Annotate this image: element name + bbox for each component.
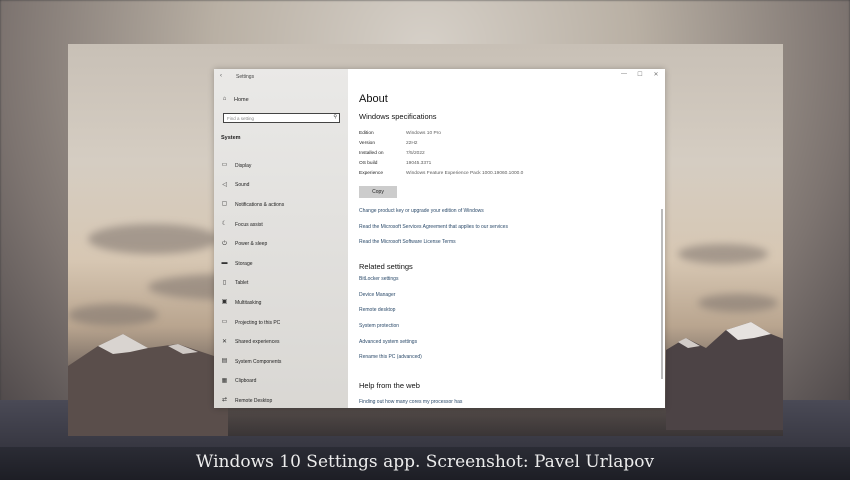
mountains-right (666, 322, 783, 430)
spec-row: Experience Windows Feature Experience Pac… (359, 171, 523, 181)
sidebar-item-label: Sound (235, 182, 250, 189)
sidebar-item-clipboard[interactable]: ▦ Clipboard (221, 372, 284, 392)
advanced-system-settings-link[interactable]: Advanced system settings (359, 339, 417, 345)
tablet-icon: ▯ (222, 279, 227, 286)
sidebar-item-focus-assist[interactable]: ☾ Focus assist (221, 215, 284, 235)
device-manager-link[interactable]: Device Manager (359, 292, 395, 298)
cores-help-link[interactable]: Finding out how many cores my processor … (359, 399, 462, 405)
sidebar-section-title: System (221, 135, 241, 141)
spec-key: OS build (359, 161, 378, 166)
spec-value: 7/5/2022 (406, 151, 425, 156)
power-icon: ⏻ (222, 240, 227, 247)
sidebar-item-storage[interactable]: ▬ Storage (221, 254, 284, 274)
page-title: About (359, 93, 388, 105)
home-icon: ⌂ (222, 96, 227, 102)
help-from-web-heading: Help from the web (359, 381, 420, 390)
mountains-left (68, 334, 228, 436)
sidebar-item-label: Remote Desktop (235, 397, 273, 404)
spec-value: 22H2 (406, 141, 418, 146)
spec-key: Version (359, 141, 375, 146)
specs-table: Edition Windows 10 Pro Version 22H2 Instal… (359, 131, 523, 181)
scrollbar[interactable] (661, 209, 663, 379)
sidebar-item-label: Storage (235, 260, 253, 267)
remote-desktop-link[interactable]: Remote desktop (359, 307, 395, 313)
windows-specifications-heading: Windows specifications (359, 112, 437, 121)
clipboard-icon: ▦ (221, 377, 228, 384)
rename-pc-link[interactable]: Rename this PC (advanced) (359, 354, 422, 360)
cloud (678, 244, 768, 264)
spec-row: Edition Windows 10 Pro (359, 131, 523, 141)
multitasking-icon: ▣ (221, 299, 228, 306)
cloud (88, 224, 218, 254)
sidebar-item-multitasking[interactable]: ▣ Multitasking (221, 293, 284, 313)
spec-row: OS build 19045.3371 (359, 161, 523, 171)
bitlocker-settings-link[interactable]: BitLocker settings (359, 276, 398, 282)
sidebar-item-sound[interactable]: ◁ Sound (221, 176, 284, 196)
sidebar-item-shared-experiences[interactable]: ✕ Shared experiences (221, 332, 284, 352)
change-product-key-link[interactable]: Change product key or upgrade your editi… (359, 208, 484, 214)
sidebar-item-label: Notifications & actions (235, 201, 285, 208)
sidebar-item-system-components[interactable]: ▤ System Components (221, 352, 284, 372)
search-icon: ⚲ (333, 114, 337, 120)
sidebar-item-display[interactable]: ▭ Display (221, 156, 284, 176)
shared-experiences-icon: ✕ (221, 338, 228, 345)
sidebar-item-power-sleep[interactable]: ⏻ Power & sleep (221, 234, 284, 254)
remote-desktop-icon: ⇄ (221, 397, 228, 404)
sidebar-item-label: System Components (235, 358, 282, 365)
services-agreement-link[interactable]: Read the Microsoft Services Agreement th… (359, 224, 508, 230)
sidebar: ⌂ Home Find a setting ⚲ System ▭ Display … (214, 69, 348, 408)
sidebar-item-label: Tablet (235, 280, 249, 287)
sidebar-item-label: Focus assist (235, 221, 263, 228)
sound-icon: ◁ (222, 181, 227, 188)
sidebar-item-label: Shared experiences (235, 339, 280, 346)
sidebar-item-label: Power & sleep (235, 241, 268, 248)
sidebar-item-label: Clipboard (235, 378, 257, 385)
license-terms-link[interactable]: Read the Microsoft Software License Term… (359, 239, 456, 245)
spec-key: Experience (359, 171, 383, 176)
storage-icon: ▬ (221, 260, 228, 267)
about-content: About Windows specifications Edition Wind… (359, 69, 659, 408)
search-placeholder: Find a setting (227, 116, 255, 121)
cloud (68, 304, 158, 326)
system-components-icon: ▤ (221, 358, 228, 365)
sidebar-item-tablet[interactable]: ▯ Tablet (221, 274, 284, 294)
sidebar-nav: ▭ Display ◁ Sound ▢ Notifications & actions… (221, 156, 285, 408)
spec-value: Windows 10 Pro (406, 131, 441, 136)
sidebar-item-notifications[interactable]: ▢ Notifications & actions (221, 195, 285, 215)
copy-button[interactable]: Copy (359, 186, 397, 198)
sidebar-item-label: Projecting to this PC (235, 319, 281, 326)
spec-key: Edition (359, 131, 374, 136)
related-settings-heading: Related settings (359, 262, 413, 271)
sidebar-item-label: Display (235, 162, 252, 169)
focus-assist-icon: ☾ (221, 221, 228, 228)
settings-window: ⌂ Home Find a setting ⚲ System ▭ Display … (214, 69, 665, 408)
back-arrow-icon[interactable]: ‹ (220, 73, 222, 79)
display-icon: ▭ (221, 162, 228, 169)
spec-value: 19045.3371 (406, 161, 432, 166)
cloud (698, 294, 778, 312)
sidebar-item-remote-desktop[interactable]: ⇄ Remote Desktop (221, 391, 284, 408)
sidebar-home[interactable]: ⌂ Home (221, 96, 249, 103)
window-title: Settings (236, 74, 255, 80)
notifications-icon: ▢ (221, 201, 228, 208)
sidebar-item-label: Multitasking (235, 299, 262, 306)
spec-value: Windows Feature Experience Pack 1000.190… (406, 171, 524, 176)
sidebar-item-projecting[interactable]: ▭ Projecting to this PC (221, 313, 284, 333)
spec-row: Installed on 7/5/2022 (359, 151, 523, 161)
search-input[interactable]: Find a setting ⚲ (223, 113, 340, 123)
spec-row: Version 22H2 (359, 141, 523, 151)
projecting-icon: ▭ (221, 319, 228, 326)
image-caption: Windows 10 Settings app. Screenshot: Pav… (195, 452, 655, 472)
spec-key: Installed on (359, 151, 384, 156)
system-protection-link[interactable]: System protection (359, 323, 399, 329)
home-label: Home (234, 96, 249, 103)
